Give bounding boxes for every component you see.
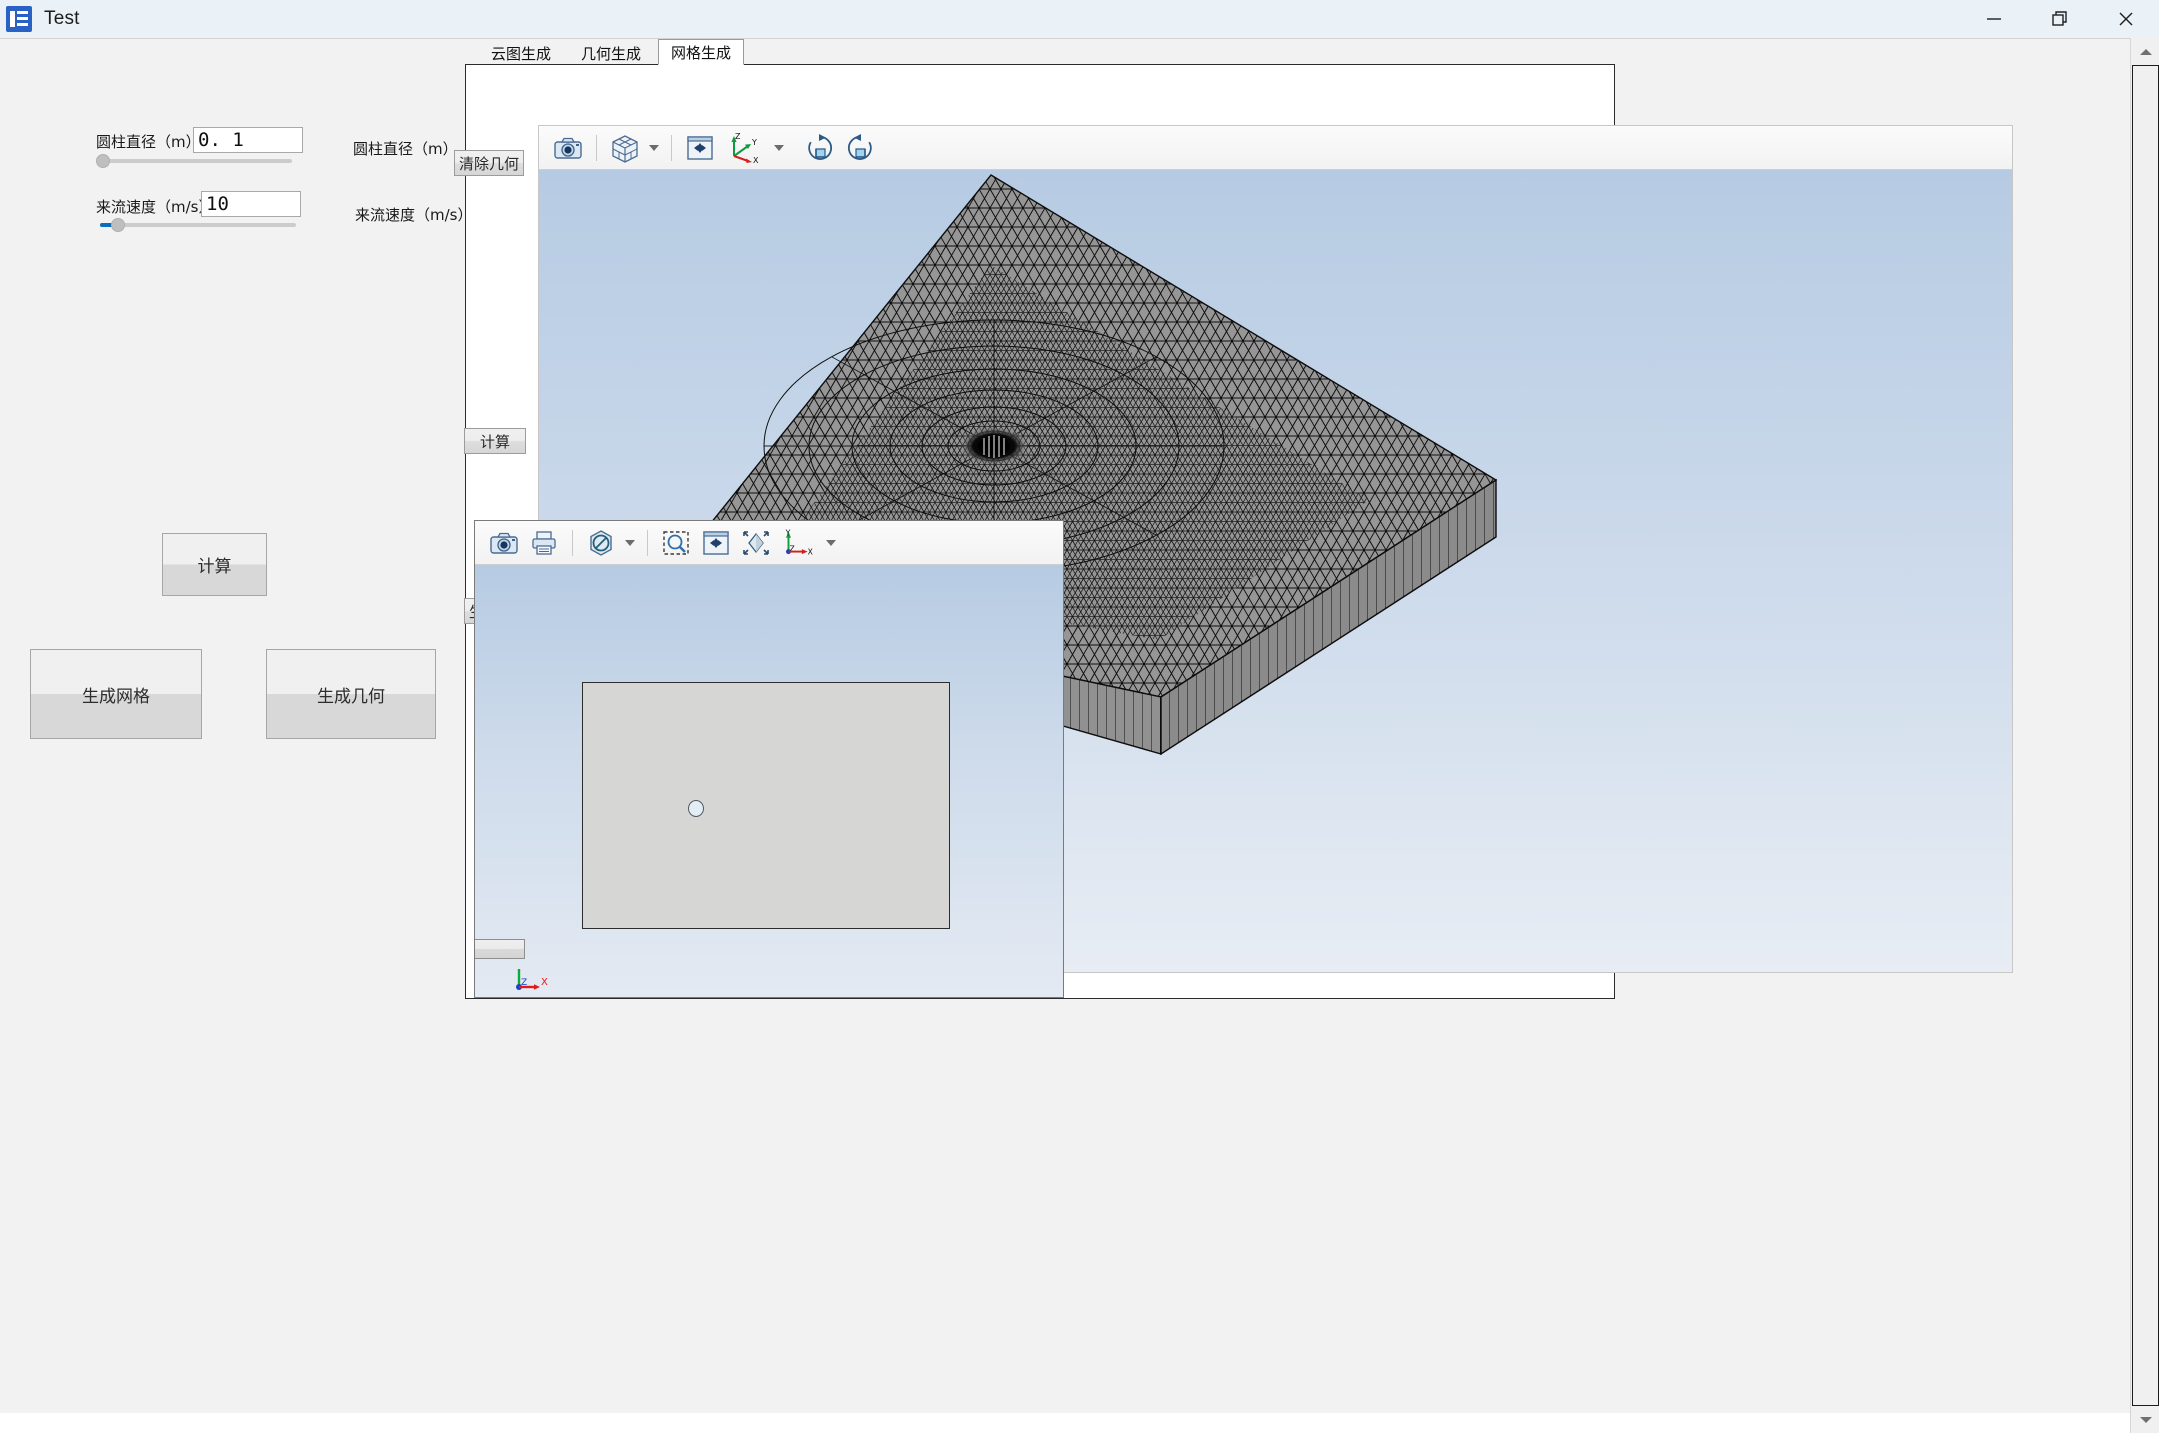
inflow-velocity-input[interactable]: 10 (201, 191, 301, 217)
cylinder-diameter-slider[interactable] (96, 152, 292, 170)
zoom-extents-icon[interactable] (737, 525, 775, 561)
scroll-up-icon[interactable] (2132, 38, 2159, 65)
separator (596, 134, 597, 161)
view-cube-icon[interactable] (606, 130, 644, 166)
generate-mesh-button[interactable]: 生成网格 (30, 649, 202, 739)
geometry-render-canvas[interactable]: Z X (475, 565, 1063, 997)
screenshot-icon[interactable] (485, 525, 523, 561)
svg-text:Y: Y (751, 138, 757, 147)
tab-strip: 云图生成 几何生成 网格生成 (465, 39, 2090, 65)
geometry-2d-viewport[interactable]: Y Z X Z X (474, 520, 1064, 998)
rotate-clockwise-icon[interactable] (801, 130, 839, 166)
geometry-plate[interactable] (582, 682, 950, 929)
restore-button[interactable] (2027, 0, 2093, 38)
vertical-scrollbar[interactable] (2130, 38, 2159, 1433)
no-selection-dropdown[interactable] (622, 525, 638, 561)
cylinder-hole (688, 800, 704, 817)
generate-geometry-button[interactable]: 生成几何 (266, 649, 436, 739)
scroll-down-icon[interactable] (2132, 1406, 2159, 1433)
close-button[interactable] (2093, 0, 2159, 38)
axis-triad-indicator: Z X (507, 961, 567, 997)
inflow-velocity-label: 来流速度（m/s） (96, 198, 214, 216)
separator (647, 529, 648, 556)
separator (572, 529, 573, 556)
minimize-button[interactable] (1961, 0, 2027, 38)
inflow-velocity-slider[interactable] (100, 216, 296, 234)
tab-geometry-generation[interactable]: 几何生成 (568, 41, 654, 65)
scrollbar-track[interactable] (2132, 65, 2159, 1406)
client-area: 圆柱直径（m） 0. 1 圆柱直径（m） 来流速度（m/s） 10 来流速度（m… (0, 38, 2159, 1433)
application-window: Test 圆柱直径（m） 0. 1 圆柱直径（m） 来流速度（m/s） 10 来… (0, 0, 2159, 1433)
svg-text:Z: Z (735, 132, 741, 141)
window-title: Test (44, 8, 80, 29)
svg-text:X: X (753, 156, 759, 164)
tab-mesh-generation[interactable]: 网格生成 (658, 39, 745, 65)
scrollbar-thumb[interactable] (2133, 66, 2158, 1405)
svg-text:X: X (808, 547, 813, 556)
geometry-viewport-toolbar: Y Z X (475, 521, 1063, 565)
slider-thumb[interactable] (111, 218, 125, 232)
svg-text:Y: Y (785, 528, 791, 537)
axis-triad-dropdown[interactable] (823, 525, 839, 561)
axis-triad-icon[interactable]: Y Z X (777, 525, 821, 561)
no-selection-icon[interactable] (582, 525, 620, 561)
slider-thumb[interactable] (96, 154, 110, 168)
mesh-generation-tab-panel: 清除几何 计算 生成几何 (454, 64, 2013, 999)
viewport-status-button[interactable] (475, 939, 525, 959)
tab-contour-generation[interactable]: 云图生成 (478, 41, 564, 65)
inflow-velocity-mirror-label: 来流速度（m/s） (355, 206, 473, 224)
tab-area: 云图生成 几何生成 网格生成 清除几何 计算 生成几何 (454, 39, 2090, 1433)
bottom-strip (0, 1413, 2130, 1433)
book-stack-icon (6, 6, 32, 32)
axis-triad-icon[interactable]: Z Y X (721, 130, 769, 166)
left-parameter-panel: 圆柱直径（m） 0. 1 圆柱直径（m） 来流速度（m/s） 10 来流速度（m… (0, 39, 472, 1433)
panel-calculate-button[interactable]: 计算 (464, 428, 526, 454)
view-cube-dropdown[interactable] (646, 130, 662, 166)
svg-text:X: X (541, 977, 548, 988)
cylinder-diameter-input[interactable]: 0. 1 (193, 127, 303, 153)
slider-track (96, 159, 292, 163)
axis-triad-dropdown[interactable] (771, 130, 787, 166)
title-bar: Test (0, 0, 2159, 38)
slider-track (100, 223, 296, 227)
pan-fit-icon[interactable] (681, 130, 719, 166)
separator (671, 134, 672, 161)
cylinder-diameter-label: 圆柱直径（m） (96, 133, 201, 151)
mesh-viewport-toolbar: Z Y X (539, 126, 2012, 170)
print-icon[interactable] (525, 525, 563, 561)
rotate-counterclockwise-icon[interactable] (841, 130, 879, 166)
zoom-box-icon[interactable] (657, 525, 695, 561)
clear-geometry-button[interactable]: 清除几何 (454, 150, 524, 176)
screenshot-icon[interactable] (549, 130, 587, 166)
pan-fit-icon[interactable] (697, 525, 735, 561)
window-controls (1961, 0, 2159, 38)
calculate-button[interactable]: 计算 (162, 533, 267, 596)
cylinder-diameter-mirror-label: 圆柱直径（m） (353, 140, 458, 158)
